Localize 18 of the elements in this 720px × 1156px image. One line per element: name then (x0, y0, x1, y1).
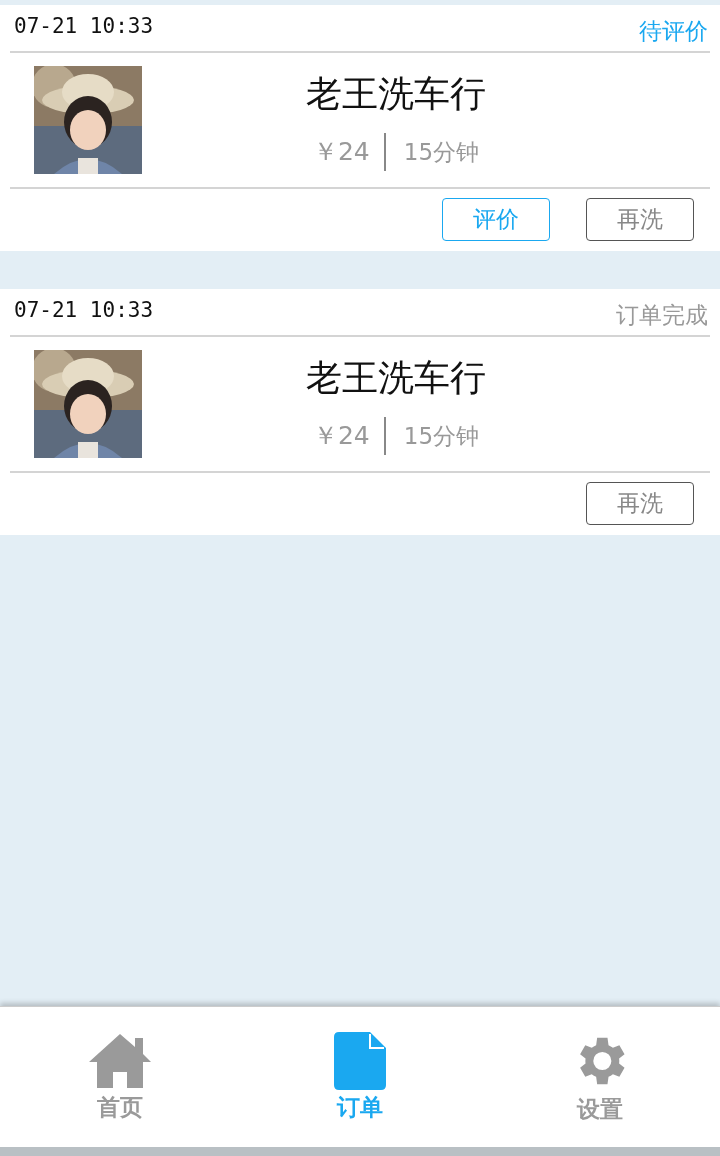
shop-name: 老王洗车行 (306, 355, 486, 400)
order-time: 07-21 10:33 (14, 14, 154, 38)
order-time: 07-21 10:33 (14, 298, 154, 322)
order-status: 待评价 (639, 17, 708, 46)
document-icon (334, 1031, 386, 1090)
rewash-button[interactable]: 再洗 (586, 198, 694, 241)
tab[interactable]: 首页 (0, 1007, 240, 1147)
home-icon (87, 1031, 153, 1090)
tab[interactable]: 设置 (480, 1007, 720, 1147)
duration: 15分钟 (383, 416, 480, 455)
shop-name: 老王洗车行 (306, 71, 486, 116)
price: ￥24 (312, 136, 371, 168)
tab[interactable]: 订单 (240, 1007, 480, 1147)
price: ￥24 (312, 420, 371, 452)
order-status: 订单完成 (616, 301, 708, 330)
rewash-button[interactable]: 再洗 (586, 482, 694, 525)
duration: 15分钟 (383, 132, 480, 171)
review-button[interactable]: 评价 (442, 198, 550, 241)
